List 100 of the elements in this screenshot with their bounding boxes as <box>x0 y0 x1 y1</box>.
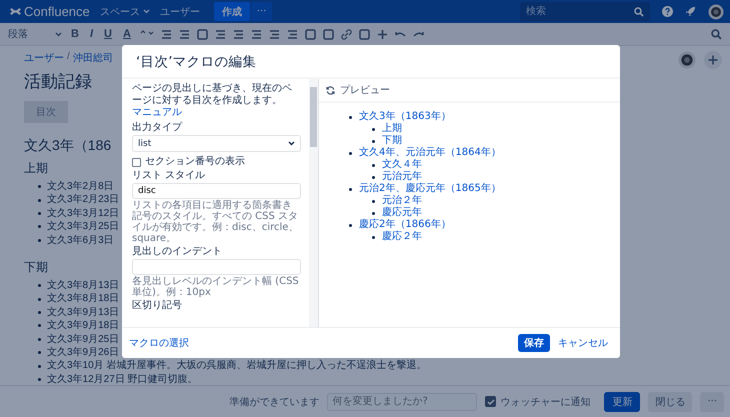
plus-icon[interactable] <box>376 28 388 40</box>
field-label: 出力タイプ <box>132 122 184 134</box>
format-button[interactable]: I <box>88 28 96 40</box>
field-label: 見出しのインデント <box>132 246 223 258</box>
list-item: 文久3年3月12日 <box>47 206 120 220</box>
more-button[interactable]: ··· <box>250 2 272 21</box>
list-item: 文久3年12月27日 野口健司切腹。 <box>47 372 198 386</box>
nav-link[interactable]: ユーザー <box>160 4 200 18</box>
breadcrumb-link[interactable]: 沖田総司 <box>72 51 113 65</box>
status-text: 準備ができています <box>229 396 320 408</box>
preview-title: プレビュー <box>340 84 390 97</box>
bullet-icon <box>38 284 41 288</box>
change-comment-field[interactable]: 何を変更しましたか? <box>327 392 478 410</box>
subheading: 下期 <box>24 259 48 276</box>
help-icon[interactable] <box>662 6 673 17</box>
bullet-icon <box>372 236 375 238</box>
bullet-icon <box>349 152 352 154</box>
list-item: 文久3年8月13日 <box>47 279 120 292</box>
manual-link[interactable]: マニュアル <box>132 107 182 118</box>
bullet-icon <box>349 188 352 190</box>
bullet-icon <box>372 164 375 166</box>
caret-icon <box>55 32 62 36</box>
logo-text: Confluence <box>24 4 90 19</box>
format-button[interactable]: B <box>69 28 81 40</box>
avatar-icon[interactable] <box>678 51 696 69</box>
search-icon[interactable] <box>711 28 722 40</box>
rocket-icon[interactable] <box>685 6 696 17</box>
subheading: 上期 <box>24 160 48 177</box>
bullet-icon <box>38 311 41 314</box>
toc-link[interactable]: 下期 <box>382 135 402 147</box>
text-input-field[interactable] <box>132 259 301 275</box>
list-item: 文久3年9月13日 <box>47 306 120 320</box>
toc-link[interactable]: 文久４年 <box>382 159 422 171</box>
more-button[interactable]: ··· <box>700 392 724 412</box>
bullet-icon <box>38 351 41 354</box>
field-label: リスト スタイル <box>132 170 206 182</box>
nav-link[interactable]: スペース <box>100 4 150 18</box>
bullet-icon <box>372 200 375 202</box>
toc-link[interactable]: 上期 <box>382 123 402 135</box>
list-item: 文久3年6月3日 <box>47 234 114 248</box>
x-mark-icon <box>10 6 21 17</box>
toc-link[interactable]: 慶応２年 <box>382 231 422 243</box>
select-macro-link[interactable]: マクロの選択 <box>129 336 189 350</box>
list-item: 文久3年2月8日 <box>47 180 114 194</box>
bullet-icon <box>38 198 41 202</box>
list-item: 文久3年8月18日 <box>47 292 120 306</box>
section-number-checkbox[interactable]: セクション番号の表示 <box>132 156 301 168</box>
paragraph-style-dropdown[interactable]: 段落 <box>8 27 62 41</box>
format-button[interactable]: U <box>102 28 114 40</box>
close-button[interactable]: 閉じる <box>648 392 692 412</box>
breadcrumb-link[interactable]: ユーザー <box>24 51 64 65</box>
bullet-icon <box>38 225 41 228</box>
toc-link[interactable]: 元治元年 <box>382 171 422 183</box>
add-icon[interactable] <box>704 51 722 69</box>
bullet-icon <box>372 128 375 130</box>
search-icon <box>634 6 644 16</box>
cancel-link[interactable]: キャンセル <box>558 336 608 350</box>
heading: 文久3年（186 <box>24 137 112 155</box>
field-label: 区切り記号 <box>132 300 183 312</box>
checkmark-icon <box>486 398 495 406</box>
toc-link[interactable]: 慶応2年（1866年） <box>359 219 451 231</box>
output-type-select[interactable]: list <box>132 135 301 152</box>
help-text: 各見出しレベルのインデント幅 (CSS 単位)。例：10px <box>132 276 300 298</box>
bullet-icon <box>38 298 41 301</box>
bullet-icon <box>38 212 41 216</box>
user-avatar-icon[interactable] <box>708 4 724 20</box>
save-button[interactable]: 保存 <box>518 334 550 352</box>
bullet-icon <box>372 212 375 214</box>
format-button[interactable]: A <box>120 28 133 40</box>
bullet-icon <box>38 238 41 242</box>
list-item: 文久3年9月26日 <box>47 346 120 360</box>
search-field[interactable]: 検索 <box>520 2 650 21</box>
list-item: 文久3年3月25日 <box>47 220 120 234</box>
task-checkbox-icon[interactable] <box>196 28 208 40</box>
help-text: リストの各項目に適用する箇条書き記号のスタイル。すべての CSS スタイルが有効です。例：disc、circle、square。 <box>132 200 300 244</box>
toc-link[interactable]: 元治２年 <box>382 195 422 207</box>
bullet-icon <box>38 338 41 341</box>
bullet-icon <box>349 116 352 118</box>
caret-icon <box>288 141 295 146</box>
update-button[interactable]: 更新 <box>604 392 640 412</box>
toc-link[interactable]: 文久3年（1863年） <box>359 111 451 123</box>
bullet-icon <box>372 140 375 142</box>
toc-link[interactable]: 文久4年、元治元年（1864年） <box>359 147 501 159</box>
list-item: 文久3年9月18日 <box>47 319 120 333</box>
refresh-icon[interactable] <box>326 86 335 94</box>
list-item: 文久3年9月25日 <box>47 332 120 346</box>
list-item: 文久3年10月 岩城升屋事件。大坂の呉服商、岩城升屋に押し入った不逞浪士を撃退。 <box>47 359 426 373</box>
toc-link[interactable]: 慶応元年 <box>382 207 422 219</box>
description-text: ページの見出しに基づき、現在のページに対する目次を作成します。 マニュアル <box>132 83 293 119</box>
list-item: 文久3年2月23日 <box>47 193 120 207</box>
breadcrumb-separator: / <box>67 51 70 64</box>
link-icon[interactable] <box>340 28 352 40</box>
bullet-icon <box>38 378 41 382</box>
scrollbar[interactable] <box>309 79 318 327</box>
notify-watchers-checkbox[interactable]: ウォッチャーに通知 <box>485 394 590 408</box>
toc-link[interactable]: 元治2年、慶応元年（1865年） <box>359 183 501 195</box>
confluence-logo[interactable]: Confluence <box>10 4 90 19</box>
page-title[interactable]: 活動記録 <box>24 70 92 93</box>
bullet-icon <box>372 176 375 178</box>
text-input-field[interactable]: disc <box>132 183 301 199</box>
